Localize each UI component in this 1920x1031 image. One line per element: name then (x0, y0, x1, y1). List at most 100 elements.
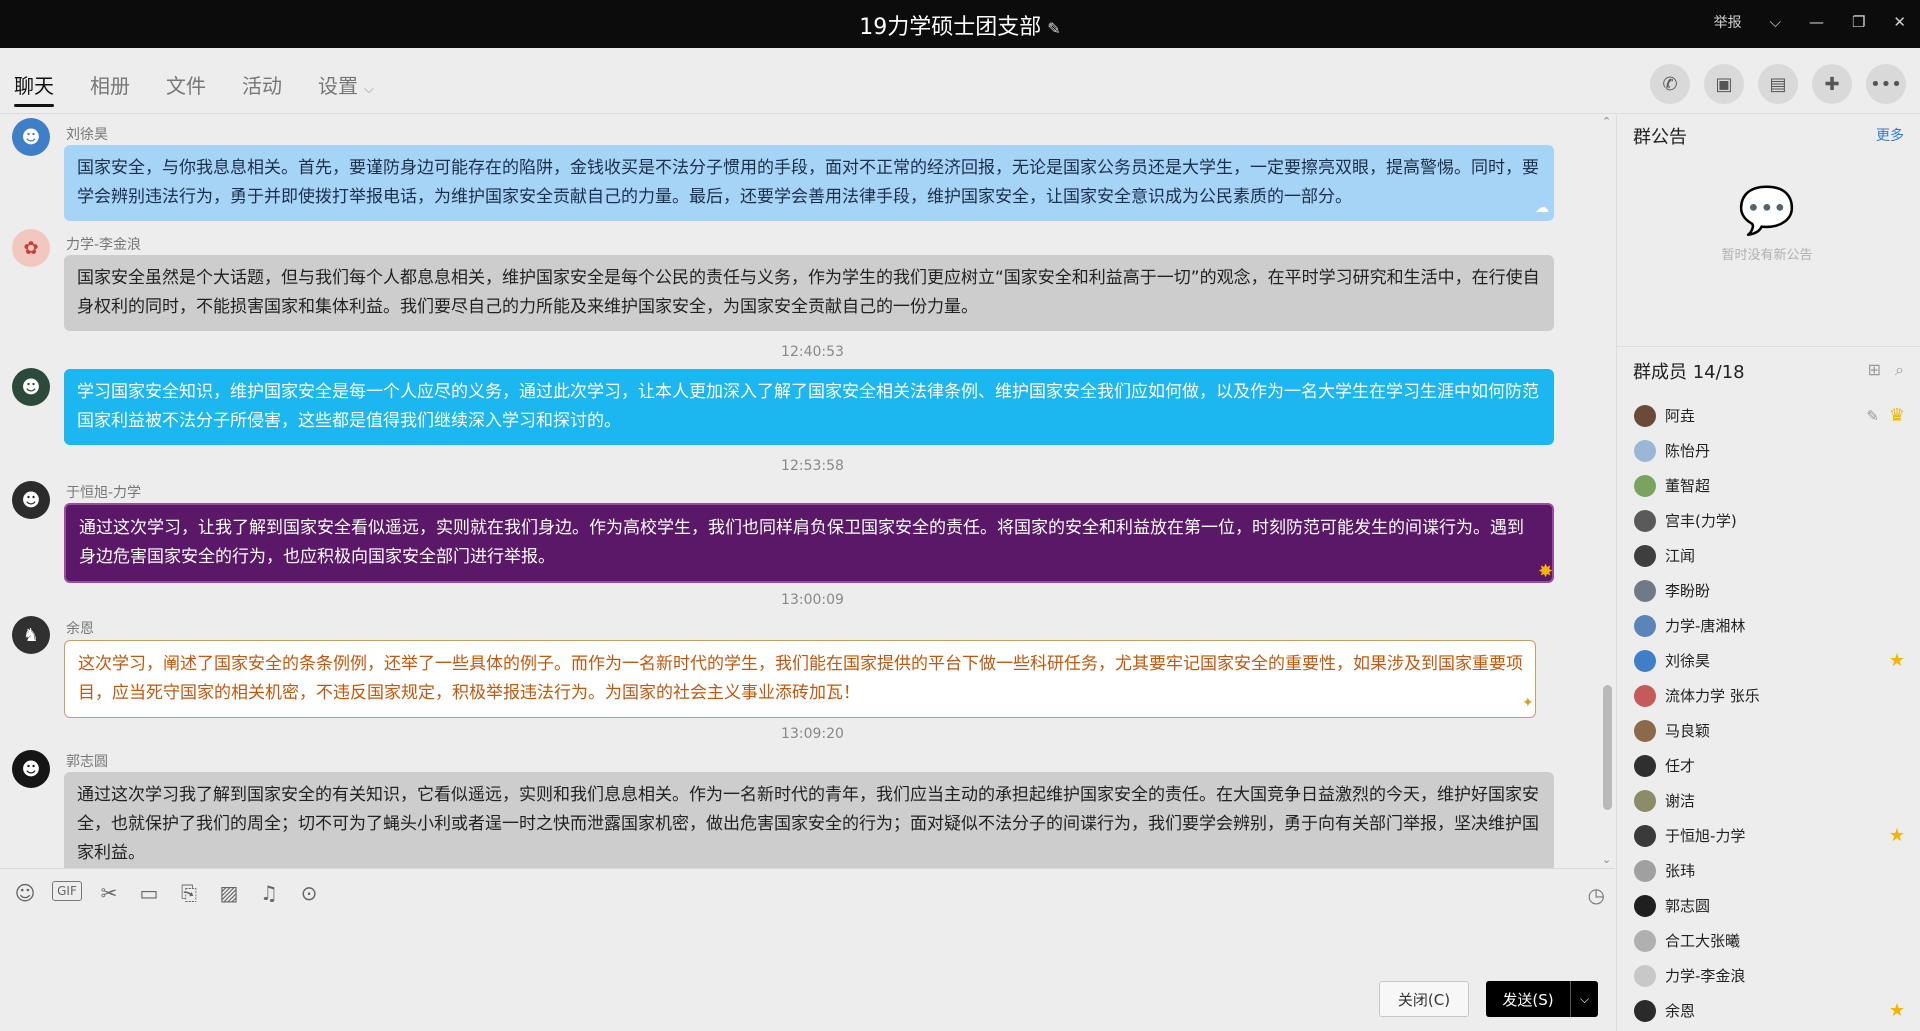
member-item[interactable]: 余恩 ★ (1617, 993, 1920, 1028)
avatar[interactable]: ♞ (12, 616, 50, 654)
avatar (1634, 824, 1656, 847)
message-bubble: 国家安全，与你我息息相关。首先，要谨防身边可能存在的陷阱，金钱收买是不法分子惯用… (64, 145, 1554, 221)
timestamp: 13:00:09 (781, 592, 844, 608)
member-item[interactable]: 董智超 (1617, 468, 1920, 503)
tab-settings[interactable]: 设置 ⌵ (318, 70, 374, 107)
scroll-down-icon[interactable]: ⌄ (1602, 853, 1611, 866)
member-name: 合工大张曦 (1665, 932, 1741, 950)
member-item[interactable]: 马良颖 (1617, 713, 1920, 748)
chat-bubbles-icon: 💬 (1738, 183, 1796, 237)
chevron-down-icon[interactable]: ⌵ (1570, 981, 1598, 1017)
edit-icon[interactable]: ✎ (1047, 19, 1060, 38)
member-item[interactable]: 宫丰(力学) (1617, 503, 1920, 538)
avatar (1634, 789, 1656, 812)
tab-files[interactable]: 文件 (166, 70, 206, 107)
message-bubble: 通过这次学习我了解到国家安全的有关知识，它看似遥远，实则和我们息息相关。作为一名… (64, 772, 1554, 868)
member-item[interactable]: 力学-唐湘林 (1617, 608, 1920, 643)
image-icon[interactable]: ▨ (216, 881, 242, 905)
member-list[interactable]: 阿垚 ✎ ♛ 陈怡丹 董智超 宫丰(力学) 江闻 李盼盼 力学-唐湘林 刘徐昊 ★ 流体力学 张乐 马良… (1617, 398, 1920, 1028)
notice-more-link[interactable]: 更多 (1876, 125, 1904, 145)
member-name: 余恩 (1665, 1002, 1696, 1020)
tab-chat[interactable]: 聊天 (14, 70, 54, 107)
more-circle-icon[interactable]: ⊙ (296, 881, 322, 905)
sender-name: 于恒旭-力学 (66, 485, 142, 501)
history-icon[interactable]: ◷ (1588, 883, 1605, 907)
bell-icon[interactable]: ♫ (256, 881, 282, 905)
sender-name: 刘徐昊 (66, 127, 108, 143)
phone-icon[interactable]: ✆ (1650, 64, 1690, 104)
member-name: 任才 (1665, 757, 1696, 775)
scissors-icon[interactable]: ✂ (96, 881, 122, 905)
member-name: 谢洁 (1665, 792, 1696, 810)
send-button[interactable]: 发送(S) ⌵ (1486, 981, 1598, 1017)
member-item[interactable]: 任才 (1617, 748, 1920, 783)
member-item[interactable]: 流体力学 张乐 (1617, 678, 1920, 713)
chevron-down-icon[interactable]: ⌵ (1770, 13, 1781, 31)
scroll-up-icon[interactable]: ⌃ (1602, 115, 1611, 128)
invite-icon[interactable]: ⊞ (1868, 360, 1881, 380)
sender-name: 郭志圆 (66, 754, 108, 770)
avatar (1634, 439, 1656, 462)
member-item[interactable]: 张玮 (1617, 853, 1920, 888)
avatar (1634, 894, 1656, 917)
report-link[interactable]: 举报 (1714, 12, 1742, 32)
timestamp: 12:40:53 (781, 344, 844, 360)
close-icon[interactable]: ✕ (1893, 13, 1906, 31)
member-item[interactable]: 李盼盼 (1617, 573, 1920, 608)
message-composer[interactable]: ☺ GIF ✂ ▭ ⎘ ▨ ♫ ⊙ ◷ 关闭(C) 发送(S) ⌵ (0, 868, 1615, 1031)
emoji-icon[interactable]: ☺ (12, 881, 38, 905)
restore-icon[interactable]: ❐ (1852, 13, 1865, 31)
search-icon[interactable]: ⌕ (1895, 360, 1904, 380)
member-name: 江闻 (1665, 547, 1696, 565)
avatar (1634, 684, 1656, 707)
member-item[interactable]: 力学-李金浪 (1617, 958, 1920, 993)
member-item[interactable]: 江闻 (1617, 538, 1920, 573)
tab-activity[interactable]: 活动 (242, 70, 282, 107)
member-name: 张玮 (1665, 862, 1696, 880)
minimize-icon[interactable]: — (1809, 13, 1824, 31)
avatar[interactable]: ☻ (12, 481, 50, 519)
member-item[interactable]: 谢洁 (1617, 783, 1920, 818)
member-name: 流体力学 张乐 (1665, 687, 1760, 705)
avatar (1634, 509, 1656, 532)
members-title: 群成员 14/18 (1633, 362, 1745, 383)
member-name: 力学-李金浪 (1665, 967, 1746, 985)
screen-share-icon[interactable]: ▤ (1758, 64, 1798, 104)
avatar[interactable]: ☻ (12, 118, 50, 156)
chat-history[interactable]: ☻ 刘徐昊 国家安全，与你我息息相关。首先，要谨防身边可能存在的陷阱，金钱收买是… (0, 115, 1600, 868)
avatar (1634, 579, 1656, 602)
close-button[interactable]: 关闭(C) (1379, 981, 1469, 1017)
member-item[interactable]: 阿垚 ✎ ♛ (1617, 398, 1920, 433)
more-icon[interactable]: ••• (1866, 64, 1906, 104)
group-name: 19力学硕士团支部 (859, 15, 1042, 40)
tab-album[interactable]: 相册 (90, 70, 130, 107)
member-item[interactable]: 刘徐昊 ★ (1617, 643, 1920, 678)
scroll-thumb[interactable] (1603, 685, 1612, 810)
avatar (1634, 859, 1656, 882)
gif-icon[interactable]: GIF (52, 881, 82, 901)
video-icon[interactable]: ▣ (1704, 64, 1744, 104)
edit-icon[interactable]: ✎ (1866, 407, 1879, 425)
member-name: 刘徐昊 (1665, 652, 1711, 670)
cloud-icon: ☁ (1535, 200, 1549, 216)
member-item[interactable]: 于恒旭-力学 ★ (1617, 818, 1920, 853)
notice-empty-state: 💬 暂时没有新公告 (1697, 183, 1837, 263)
member-item[interactable]: 合工大张曦 (1617, 923, 1920, 958)
member-name: 阿垚 (1665, 407, 1696, 425)
star-icon: ✸ (1538, 561, 1554, 582)
message-bubble: 国家安全虽然是个大话题，但与我们每个人都息息相关，维护国家安全是每个公民的责任与… (64, 255, 1554, 331)
avatar[interactable]: ☻ (12, 750, 50, 788)
avatar (1634, 614, 1656, 637)
add-app-icon[interactable]: ✚ (1812, 64, 1852, 104)
avatar[interactable]: ✿ (12, 229, 50, 267)
avatar[interactable]: ☻ (12, 368, 50, 406)
tab-bar: 聊天 相册 文件 活动 设置 ⌵ (14, 70, 374, 107)
member-item[interactable]: 郭志圆 (1617, 888, 1920, 923)
folder-icon[interactable]: ▭ (136, 881, 162, 905)
member-name: 董智超 (1665, 477, 1711, 495)
red-packet-icon[interactable]: ⎘ (176, 881, 202, 905)
avatar (1634, 929, 1656, 952)
message-bubble: 通过这次学习，让我了解到国家安全看似遥远，实则就在我们身边。作为高校学生，我们也… (64, 503, 1554, 583)
member-item[interactable]: 陈怡丹 (1617, 433, 1920, 468)
tab-label: 文件 (166, 74, 206, 98)
